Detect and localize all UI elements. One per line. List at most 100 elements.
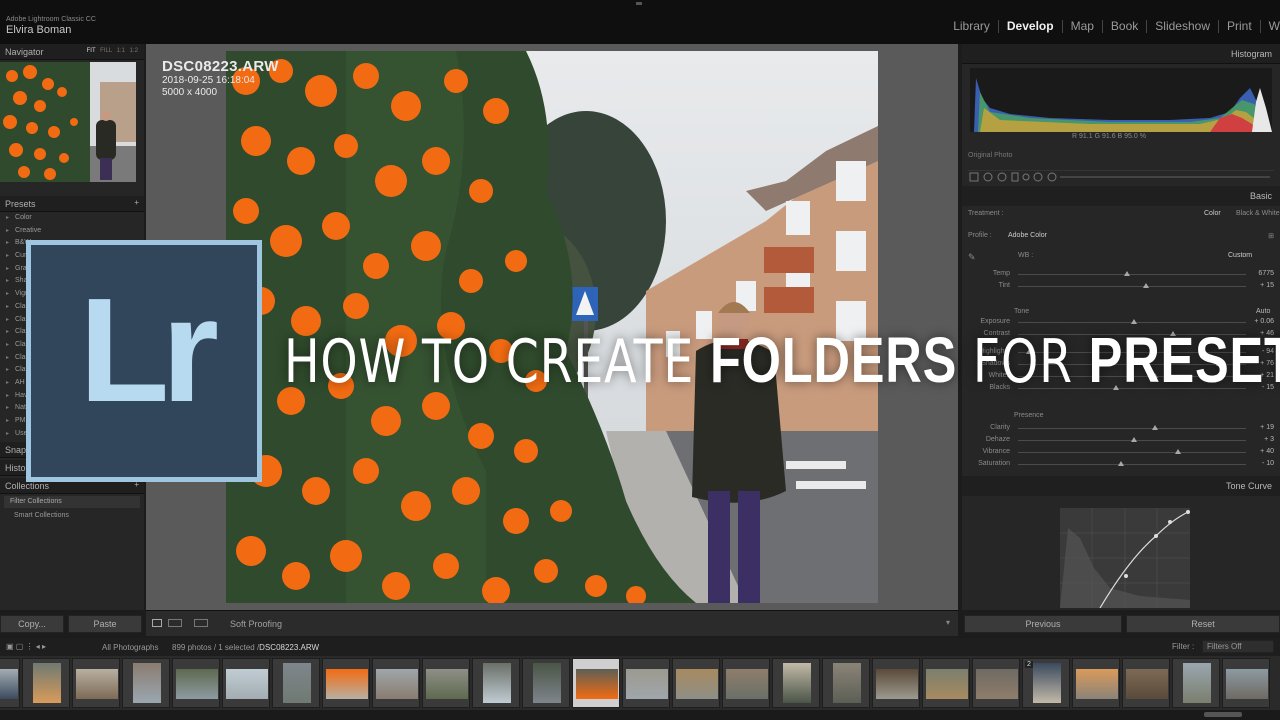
filmstrip-thumbnail[interactable] xyxy=(1172,658,1220,708)
slider-track[interactable] xyxy=(1018,452,1246,453)
basic-panel-header[interactable]: Basic xyxy=(962,186,1280,206)
filmstrip-thumbnail[interactable] xyxy=(372,658,420,708)
histogram-header[interactable]: Histogram xyxy=(962,44,1280,64)
zoom-1-1[interactable]: 1:1 xyxy=(117,48,125,54)
filmstrip-thumbnail[interactable] xyxy=(672,658,720,708)
filmstrip-thumbnail[interactable] xyxy=(922,658,970,708)
thumbnail-image xyxy=(376,669,418,699)
filmstrip-thumbnail[interactable] xyxy=(0,658,20,708)
tone-curve-header[interactable]: Tone Curve xyxy=(962,476,1280,496)
slider-value[interactable]: + 40 xyxy=(1260,448,1274,455)
slider-knob[interactable] xyxy=(1174,449,1181,454)
treatment-bw[interactable]: Black & White xyxy=(1236,210,1280,217)
filmstrip-thumbnail[interactable] xyxy=(222,658,270,708)
slider-value[interactable]: + 19 xyxy=(1260,424,1274,431)
module-web[interactable]: W xyxy=(1259,20,1280,33)
filmstrip-thumbnail[interactable] xyxy=(822,658,870,708)
grid-view-icon[interactable]: ▣ ▢ ⋮ ◂ ▸ xyxy=(6,642,46,651)
collapse-arrow-icon[interactable] xyxy=(636,2,642,5)
stack-count-badge[interactable]: 2 xyxy=(1025,661,1033,668)
slider-knob[interactable] xyxy=(1142,283,1149,288)
filter-dropdown[interactable]: Filters Off xyxy=(1202,640,1274,653)
filter-label: Filter : xyxy=(1172,642,1195,651)
compare-icon[interactable] xyxy=(194,619,208,627)
slider-value[interactable]: - 10 xyxy=(1262,460,1274,467)
navigator-preview[interactable] xyxy=(0,62,136,182)
filter-collections-input[interactable]: Filter Collections xyxy=(4,496,140,509)
treatment-color[interactable]: Color xyxy=(1204,210,1221,217)
filmstrip-thumbnail[interactable] xyxy=(1222,658,1270,708)
filmstrip-thumbnail[interactable] xyxy=(872,658,920,708)
reset-button[interactable]: Reset xyxy=(1126,615,1280,633)
snapshots-title: Snap xyxy=(5,445,27,456)
thumbnail-image xyxy=(783,663,811,703)
filmstrip-thumbnail[interactable] xyxy=(1122,658,1170,708)
slider-knob[interactable] xyxy=(1151,425,1158,430)
filmstrip-thumbnail[interactable] xyxy=(272,658,320,708)
filmstrip-thumbnail[interactable] xyxy=(472,658,520,708)
toolbar-menu-icon[interactable]: ▾ xyxy=(946,618,950,627)
filmstrip-thumbnail[interactable] xyxy=(1072,658,1120,708)
module-print[interactable]: Print xyxy=(1217,20,1260,33)
module-library[interactable]: Library xyxy=(945,20,998,33)
filmstrip-thumbnail[interactable] xyxy=(422,658,470,708)
thumbnail-image xyxy=(926,669,968,699)
tone-curve-graph[interactable] xyxy=(1060,508,1190,608)
slider-value[interactable]: + 15 xyxy=(1260,282,1274,289)
histogram[interactable] xyxy=(970,68,1272,132)
presets-header[interactable]: Presets + xyxy=(0,196,144,212)
filmstrip-thumbnail[interactable] xyxy=(772,658,820,708)
smart-collections-item[interactable]: Smart Collections xyxy=(4,512,140,519)
wb-value[interactable]: Custom xyxy=(1228,252,1252,259)
filmstrip-source[interactable]: All Photographs xyxy=(102,643,158,652)
filmstrip-thumbnail[interactable] xyxy=(72,658,120,708)
module-picker: Library Develop Map Book Slideshow Print… xyxy=(945,20,1280,33)
module-book[interactable]: Book xyxy=(1101,20,1146,33)
filmstrip-count: 899 photos / 1 selected /DSC08223.ARW xyxy=(172,643,319,652)
slider-track[interactable] xyxy=(1018,464,1246,465)
slider-knob[interactable] xyxy=(1124,271,1131,276)
filmstrip-thumbnail[interactable] xyxy=(572,658,620,708)
product-name: Adobe Lightroom Classic CC xyxy=(6,16,96,23)
slider-track[interactable] xyxy=(1018,286,1246,287)
slider-knob[interactable] xyxy=(1117,461,1124,466)
copy-button[interactable]: Copy... xyxy=(0,615,64,633)
before-after-icon[interactable] xyxy=(168,619,182,627)
profile-browser-icon[interactable]: ⊞ xyxy=(1268,232,1274,240)
preset-folder[interactable]: Creative xyxy=(0,225,144,238)
zoom-1-2[interactable]: 1:2 xyxy=(130,48,138,54)
preset-folder[interactable]: Color xyxy=(0,212,144,225)
previous-button[interactable]: Previous xyxy=(964,615,1122,633)
filmstrip-thumbnail[interactable] xyxy=(722,658,770,708)
add-preset-icon[interactable]: + xyxy=(134,198,139,207)
module-slideshow[interactable]: Slideshow xyxy=(1146,20,1218,33)
filmstrip-scrollbar[interactable] xyxy=(0,710,1280,720)
filmstrip-thumbnail[interactable] xyxy=(322,658,370,708)
filmstrip-thumbnail[interactable]: 2 xyxy=(1022,658,1070,708)
lightroom-logo: Lr xyxy=(26,240,262,482)
navigator-header[interactable]: Navigator FIT FILL 1:1 1:2 xyxy=(0,44,144,60)
filmstrip-thumbnail[interactable] xyxy=(522,658,570,708)
slider-value[interactable]: + 3 xyxy=(1264,436,1274,443)
module-map[interactable]: Map xyxy=(1061,20,1102,33)
slider-value[interactable]: 6775 xyxy=(1258,270,1274,277)
module-develop[interactable]: Develop xyxy=(997,20,1062,33)
zoom-fill[interactable]: FILL xyxy=(100,48,112,54)
loupe-view-icon[interactable] xyxy=(152,619,162,627)
filmstrip-thumbnail[interactable] xyxy=(972,658,1020,708)
filmstrip-thumbnail[interactable] xyxy=(622,658,670,708)
wb-eyedropper-icon[interactable]: ✎ xyxy=(968,252,976,263)
filmstrip-thumbnail[interactable] xyxy=(122,658,170,708)
thumbnail-image xyxy=(176,669,218,699)
tone-auto-button[interactable]: Auto xyxy=(1256,308,1270,315)
profile-value[interactable]: Adobe Color xyxy=(1008,232,1047,239)
slider-track[interactable] xyxy=(1018,274,1246,275)
filmstrip-thumbnail[interactable] xyxy=(172,658,220,708)
scrollbar-thumb[interactable] xyxy=(1204,712,1242,717)
soft-proofing-toggle[interactable]: Soft Proofing xyxy=(230,619,282,629)
zoom-fit[interactable]: FIT xyxy=(87,48,96,54)
slider-knob[interactable] xyxy=(1131,437,1138,442)
slider-track[interactable] xyxy=(1018,428,1246,429)
filmstrip-thumbnail[interactable] xyxy=(22,658,70,708)
paste-button[interactable]: Paste xyxy=(68,615,142,633)
